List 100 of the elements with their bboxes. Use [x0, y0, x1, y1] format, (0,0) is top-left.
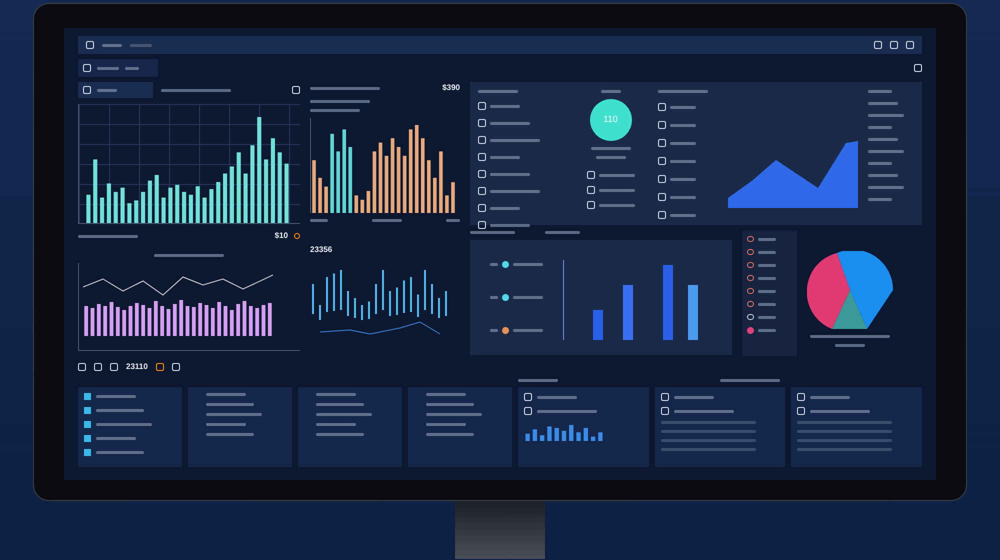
chart-bar	[223, 174, 228, 223]
chart-bar	[120, 188, 125, 223]
chart-bar	[160, 306, 164, 336]
text-line-mark	[758, 302, 776, 306]
text-line-mark	[470, 231, 515, 234]
text-line-mark	[658, 90, 708, 93]
text-line-mark	[426, 433, 474, 436]
chart-bar	[93, 159, 98, 223]
chart-bar	[230, 310, 234, 336]
text-line-mark	[600, 90, 620, 93]
square-icon	[83, 86, 91, 94]
square-icon	[94, 363, 102, 371]
chart-bar	[264, 159, 268, 223]
text-line-mark	[513, 263, 543, 266]
text-line-mark	[490, 190, 540, 192]
text-line-mark	[598, 174, 634, 176]
chart-bar	[134, 303, 139, 336]
text-line-mark	[758, 276, 776, 280]
chart-bar	[360, 200, 364, 213]
square-icon	[660, 407, 669, 415]
chart-bar	[547, 426, 552, 441]
text-line-mark	[97, 88, 117, 92]
text-line-mark	[316, 393, 356, 396]
chart-bar	[103, 306, 108, 336]
square-icon	[478, 119, 486, 127]
chart-bar	[439, 151, 443, 213]
square-icon	[83, 64, 91, 72]
trend-value: 23356	[310, 244, 334, 256]
chart-bar	[248, 306, 253, 336]
square-icon	[658, 121, 666, 129]
text-line-mark	[670, 106, 696, 108]
chart-bar	[230, 166, 234, 223]
text-line-mark	[154, 254, 224, 257]
text-line-mark	[518, 379, 558, 382]
chart-bar	[216, 182, 220, 223]
chart-bar	[569, 425, 574, 441]
text-line-mark	[670, 124, 696, 126]
text-line-mark	[97, 66, 119, 70]
chart-bar	[268, 303, 272, 336]
text-line-mark	[545, 231, 580, 234]
text-line-mark	[478, 90, 518, 93]
chart-bar	[210, 308, 215, 336]
square-icon	[524, 393, 532, 401]
square-icon	[658, 139, 666, 147]
chart-bar	[554, 428, 559, 441]
text-line-mark	[598, 204, 634, 206]
text-line-mark	[868, 186, 904, 189]
chart-bar	[148, 180, 152, 223]
text-line-mark	[96, 437, 136, 440]
orders-value: $390	[442, 82, 460, 94]
text-line-mark	[316, 423, 356, 426]
chart-bar	[348, 147, 352, 213]
text-line-mark	[426, 413, 482, 416]
chart-bar	[106, 183, 111, 223]
chart-bar	[324, 186, 328, 213]
filter-chip[interactable]	[78, 59, 158, 77]
chart-bar	[278, 152, 282, 223]
chart-bar	[433, 178, 437, 213]
section-tab[interactable]	[78, 82, 153, 98]
chart-bar	[336, 151, 340, 213]
chart-bar	[116, 307, 120, 336]
revenue-value: $10	[274, 230, 288, 242]
chart-bar	[584, 428, 588, 441]
text-line-mark	[161, 88, 231, 92]
square-icon	[478, 221, 486, 229]
text-line-mark	[490, 206, 520, 210]
chart-bar	[168, 188, 172, 223]
text-line-mark	[206, 413, 262, 416]
text-line-mark	[102, 44, 122, 46]
chart-bar	[244, 174, 248, 223]
text-line-mark	[490, 224, 530, 226]
square-icon	[478, 153, 486, 161]
chart-bar	[204, 305, 208, 336]
chart-bar	[451, 182, 455, 213]
chart-bar	[198, 303, 202, 336]
chart-bar	[598, 432, 603, 441]
text-line-mark	[426, 423, 466, 426]
chart-bar	[141, 192, 146, 223]
chart-bar	[90, 308, 94, 336]
square-icon	[658, 103, 666, 111]
chart-bar	[688, 285, 698, 340]
text-line-mark	[206, 423, 246, 426]
chart-bar	[590, 436, 596, 441]
text-line-mark	[372, 219, 402, 222]
text-line-mark	[490, 172, 530, 176]
text-line-mark	[868, 114, 904, 117]
square-icon	[478, 204, 486, 212]
text-line-mark	[670, 160, 696, 162]
text-line-mark	[670, 214, 696, 216]
text-line-mark	[670, 142, 696, 144]
square-icon	[78, 363, 86, 371]
square-icon	[524, 407, 532, 415]
square-icon	[658, 157, 666, 165]
text-line-mark	[758, 250, 776, 254]
chart-bar	[110, 302, 114, 336]
text-line-mark	[206, 393, 246, 396]
chart-bar	[175, 184, 180, 223]
text-line-mark	[96, 451, 144, 454]
chart-bar	[166, 309, 170, 336]
square-icon	[172, 363, 180, 371]
